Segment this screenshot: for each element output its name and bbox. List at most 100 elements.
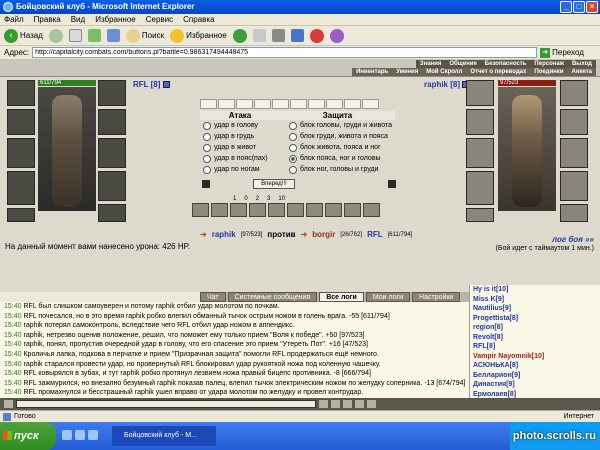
nav-exit[interactable]: Выход (567, 60, 596, 68)
close-button[interactable]: × (586, 1, 598, 13)
user-item[interactable]: RFL[8] (473, 342, 600, 352)
spell-slot[interactable] (325, 203, 342, 217)
search-button[interactable]: Поиск (125, 28, 164, 44)
nav-profile[interactable]: Анкета (568, 68, 597, 76)
defense-radio-5[interactable] (289, 165, 297, 174)
left-avatar[interactable] (38, 87, 96, 211)
shield-slot[interactable] (560, 138, 588, 168)
armor-slot[interactable] (7, 171, 35, 205)
spell-slot[interactable] (344, 203, 361, 217)
taskbar-item[interactable]: Бойцовский клуб - M... (112, 426, 216, 446)
send-icon[interactable] (319, 400, 328, 408)
user-item[interactable]: Белларион[9] (473, 371, 600, 381)
weapon-slot[interactable] (466, 138, 494, 168)
nav-transfers[interactable]: Отчет о переводах (466, 68, 530, 76)
nav-my-scroll[interactable]: Мой Скролл (422, 68, 466, 76)
smiley-icon[interactable] (329, 28, 344, 43)
tab-system[interactable]: Системные сообщения (227, 292, 318, 302)
start-button[interactable]: пуск (0, 422, 56, 450)
desktop-icon[interactable] (75, 430, 85, 440)
legs-slot[interactable] (98, 171, 126, 201)
spell-slot[interactable] (306, 203, 323, 217)
back-button[interactable]: ‹ Назад (4, 28, 43, 44)
left-player-name[interactable]: RFL [8] (133, 80, 170, 89)
tab-settings[interactable]: Настройки (412, 292, 461, 302)
user-item[interactable]: Revolt[8] (473, 333, 600, 343)
toolbar-icon[interactable] (4, 400, 13, 408)
belt-slot[interactable] (466, 208, 494, 222)
menu-tools[interactable]: Сервис (146, 14, 173, 25)
ie-quicklaunch-icon[interactable] (62, 430, 72, 440)
nav-communication[interactable]: Общение (445, 60, 481, 68)
refresh-icon[interactable] (367, 400, 376, 408)
messenger-icon[interactable] (309, 28, 324, 43)
user-item[interactable]: Progettista[8] (473, 314, 600, 324)
info-icon[interactable] (162, 81, 170, 89)
nav-knowledge[interactable]: Знания (415, 60, 446, 68)
gloves-slot[interactable] (560, 109, 588, 135)
defense-radio-2[interactable] (289, 132, 297, 141)
print-icon[interactable] (271, 29, 285, 42)
forward-arrow-icon[interactable] (48, 28, 63, 43)
user-item[interactable]: Vampir Nayomnik[10] (473, 352, 600, 362)
battle-log-link[interactable]: лог боя »» (552, 235, 594, 244)
spell-slot[interactable] (192, 203, 209, 217)
tab-all-logs[interactable]: Все логи (319, 292, 364, 302)
spell-slot[interactable] (268, 203, 285, 217)
opponent-name[interactable]: raphik (212, 230, 236, 239)
amulet-slot[interactable] (98, 80, 126, 106)
user-item[interactable]: Династия[9] (473, 380, 600, 390)
shield-slot[interactable] (98, 138, 126, 168)
attack-radio-waist[interactable] (203, 154, 211, 163)
user-item[interactable]: Hy is it[10] (473, 285, 600, 295)
boots-slot[interactable] (98, 204, 126, 222)
nav-skills[interactable]: Умения (392, 68, 422, 76)
clear-icon[interactable] (331, 400, 340, 408)
favorites-button[interactable]: Избранное (170, 28, 227, 44)
nav-security[interactable]: Безопасность (480, 60, 531, 68)
weapon-slot[interactable] (7, 138, 35, 168)
menu-edit[interactable]: Правка (34, 14, 61, 25)
nav-character[interactable]: Персонаж (530, 60, 568, 68)
mail-icon[interactable] (252, 29, 266, 42)
menu-view[interactable]: Вид (71, 14, 85, 25)
history-icon[interactable] (232, 28, 247, 43)
tab-chat[interactable]: Чат (200, 292, 226, 302)
nav-duels[interactable]: Поединки (530, 68, 567, 76)
defense-radio-3[interactable] (289, 143, 297, 152)
gloves-slot[interactable] (98, 109, 126, 135)
earring-slot[interactable] (7, 109, 35, 135)
self-name[interactable]: RFL (367, 230, 383, 239)
armor-slot[interactable] (466, 171, 494, 205)
attack-radio-head[interactable] (203, 121, 211, 130)
attack-radio-legs[interactable] (203, 165, 211, 174)
helmet-slot[interactable] (7, 80, 35, 106)
home-icon[interactable] (106, 29, 120, 42)
right-player-name[interactable]: raphik [8] (424, 80, 470, 89)
spell-slot[interactable] (230, 203, 247, 217)
amulet-slot[interactable] (560, 80, 588, 106)
edit-icon[interactable] (290, 29, 304, 42)
media-icon[interactable] (88, 430, 98, 440)
user-item[interactable]: Nautilius[9] (473, 304, 600, 314)
smiley-icon[interactable] (343, 400, 352, 408)
helmet-slot[interactable] (466, 80, 494, 106)
user-item[interactable]: Ермолаев[8] (473, 390, 600, 399)
stop-icon[interactable] (68, 29, 82, 42)
defense-radio-4[interactable] (289, 154, 297, 163)
legs-slot[interactable] (560, 171, 588, 201)
forward-button[interactable]: Вперед!!! (253, 179, 295, 189)
menu-file[interactable]: Файл (4, 14, 24, 25)
attack-radio-chest[interactable] (203, 132, 211, 141)
tab-my-logs[interactable]: Мои логи (365, 292, 411, 302)
address-input[interactable] (32, 47, 538, 58)
chat-input[interactable] (16, 400, 316, 408)
spell-slot[interactable] (211, 203, 228, 217)
attack-radio-belly[interactable] (203, 143, 211, 152)
user-item[interactable]: region[8] (473, 323, 600, 333)
defense-radio-1[interactable] (289, 121, 297, 130)
right-avatar[interactable] (498, 87, 556, 211)
spell-slot[interactable] (287, 203, 304, 217)
translit-icon[interactable] (355, 400, 364, 408)
ally-name[interactable]: borgir (312, 230, 335, 239)
